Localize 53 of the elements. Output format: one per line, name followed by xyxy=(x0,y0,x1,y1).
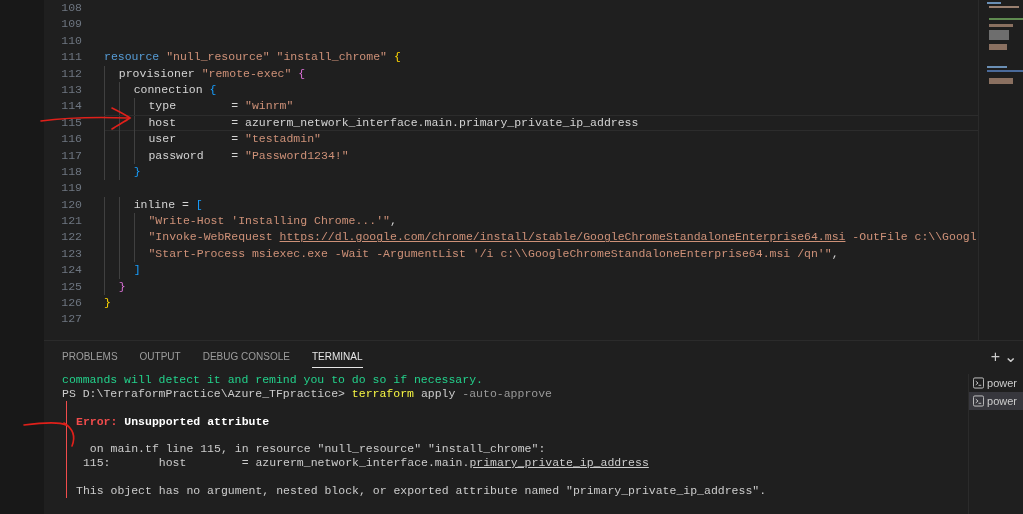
code-line: "Write-Host 'Installing Chrome...'", xyxy=(104,213,978,230)
code-line: resource "null_resource" "install_chrome" { xyxy=(104,49,402,66)
link[interactable]: https://dl.google.com/chrome/install/stable/GoogleChromeStandaloneEnterprise64.msi xyxy=(279,230,846,244)
code-line: host = azurerm_network_interface.main.primary_private_ip_address xyxy=(104,114,978,132)
terminal-instance[interactable]: power xyxy=(969,374,1023,392)
annotation-arrow xyxy=(23,421,75,447)
code-line: ] xyxy=(104,262,978,279)
line-number: 116 xyxy=(60,131,82,148)
code-line: "Start-Process msiexec.exe -Wait -ArgumentList '/i c:\\GoogleChromeStandaloneEnterprise64.msi /qn'", xyxy=(104,245,978,263)
terminal-icon xyxy=(973,395,985,407)
line-number: 123 xyxy=(60,245,82,262)
line-number: 126 xyxy=(60,295,82,312)
dropdown-button[interactable]: ⌄ xyxy=(1002,348,1019,365)
terminal-line: This object has no argument, nested block, or exported attribute named "primary_private_ip_address". xyxy=(66,484,968,498)
terminal-line: Error: Unsupported attribute xyxy=(66,414,968,429)
terminal-line: 115: host = azurerm_network_interface.main.primary_private_ip_address xyxy=(66,456,968,471)
line-number: 119 xyxy=(60,180,82,197)
new-terminal-button[interactable]: + xyxy=(988,348,1002,365)
code-line: user = "testadmin" xyxy=(104,131,978,148)
line-number: 127 xyxy=(60,311,82,328)
line-number: 120 xyxy=(60,196,82,213)
line-number: 124 xyxy=(60,262,82,279)
line-number: 121 xyxy=(60,213,82,230)
code-line: } xyxy=(104,295,112,312)
code-line: } xyxy=(104,163,978,181)
terminal-line: PS D:\TerraformPractice\Azure_TFpractice> terraform apply -auto-approve xyxy=(62,386,553,401)
line-number: 113 xyxy=(60,81,82,98)
terminal-icon xyxy=(973,377,985,389)
code-line: type = "winrm" xyxy=(104,98,978,115)
terminal-line: commands will detect it and remind you to do so if necessary. xyxy=(62,373,484,387)
line-number: 114 xyxy=(60,98,82,115)
code-line: } xyxy=(104,278,978,296)
line-number: 108 xyxy=(60,0,82,16)
line-number: 109 xyxy=(60,16,82,33)
line-number: 122 xyxy=(60,229,82,246)
line-number: 111 xyxy=(60,49,82,66)
code-line: inline = [ xyxy=(104,196,978,214)
terminal-line: on main.tf line 115, in resource "null_resource" "install_chrome": xyxy=(66,442,968,457)
panel-tab[interactable]: TERMINAL xyxy=(311,345,363,368)
terminal-instance[interactable]: power xyxy=(969,392,1023,410)
code-line: connection { xyxy=(104,81,978,99)
line-number: 110 xyxy=(60,32,82,49)
line-number: 112 xyxy=(60,65,82,82)
line-number: 118 xyxy=(60,163,82,180)
line-number: 125 xyxy=(60,278,82,295)
panel-tab[interactable]: OUTPUT xyxy=(139,345,181,368)
panel-tab[interactable]: PROBLEMS xyxy=(62,345,118,368)
line-number: 115 xyxy=(60,114,82,131)
code-line: provisioner "remote-exec" { xyxy=(104,65,978,82)
code-line: "Invoke-WebRequest https://dl.google.com/chrome/install/stable/GoogleChromeStandaloneEnterprise64.msi -OutFile c:\\Googl xyxy=(104,229,978,246)
code-line: password = "Password1234!" xyxy=(104,147,978,164)
panel-tab[interactable]: DEBUG CONSOLE xyxy=(202,345,290,368)
line-number: 117 xyxy=(60,147,82,164)
